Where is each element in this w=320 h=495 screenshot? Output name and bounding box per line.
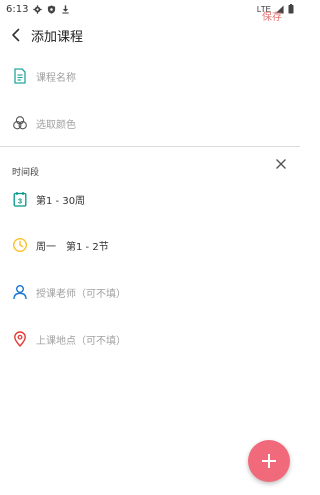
schedule-value: 周一 第1 - 2节 bbox=[36, 241, 109, 253]
location-field[interactable]: 上课地点（可不填） bbox=[0, 324, 300, 354]
svg-text:3: 3 bbox=[18, 197, 22, 206]
download-icon bbox=[62, 4, 70, 14]
schedule-field[interactable]: 周一 第1 - 2节 bbox=[0, 230, 300, 260]
battery-icon bbox=[288, 4, 294, 14]
time-section-title: 时间段 bbox=[12, 168, 40, 178]
teacher-field[interactable]: 授课老师（可不填） bbox=[0, 277, 300, 307]
weeks-value: 第1 - 30周 bbox=[36, 195, 86, 207]
close-icon[interactable] bbox=[274, 157, 288, 171]
color-palette-icon bbox=[12, 115, 28, 131]
course-name-field[interactable]: 课程名称 bbox=[0, 61, 300, 91]
clock-icon bbox=[12, 237, 28, 253]
back-button[interactable] bbox=[1, 20, 31, 50]
section-divider bbox=[0, 146, 300, 147]
teacher-input[interactable]: 授课老师（可不填） bbox=[36, 285, 126, 300]
plus-icon bbox=[262, 454, 276, 468]
shield-icon bbox=[48, 4, 56, 14]
location-input[interactable]: 上课地点（可不填） bbox=[36, 332, 126, 347]
color-picker-label: 选取颜色 bbox=[36, 119, 76, 131]
gear-icon bbox=[33, 4, 43, 14]
map-pin-icon bbox=[12, 331, 28, 347]
person-icon bbox=[12, 284, 28, 300]
weeks-field[interactable]: 3 第1 - 30周 bbox=[0, 184, 300, 214]
toolbar: 添加课程 bbox=[0, 20, 300, 50]
status-left: 6:13 bbox=[0, 4, 70, 15]
calendar-icon: 3 bbox=[12, 191, 28, 207]
course-name-input[interactable]: 课程名称 bbox=[36, 69, 76, 84]
chevron-left-icon bbox=[12, 28, 20, 42]
color-picker-field[interactable]: 选取颜色 bbox=[0, 108, 300, 138]
document-icon bbox=[12, 68, 28, 84]
add-time-fab[interactable] bbox=[248, 440, 290, 482]
page-title: 添加课程 bbox=[31, 29, 84, 45]
status-bar: 6:13 LTE bbox=[0, 0, 300, 18]
status-time: 6:13 bbox=[6, 3, 29, 15]
save-button[interactable]: 保存 bbox=[262, 8, 282, 23]
